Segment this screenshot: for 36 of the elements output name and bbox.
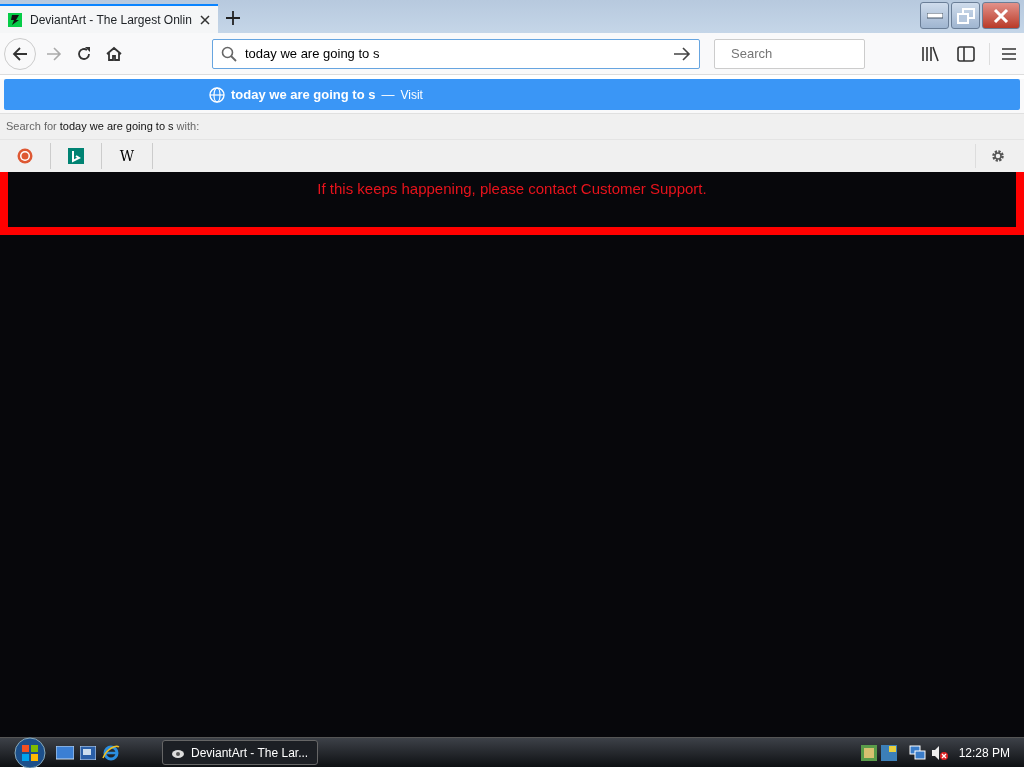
globe-icon	[209, 86, 225, 103]
reload-icon	[76, 45, 92, 62]
search-field[interactable]: Search	[714, 38, 865, 69]
visit-label: Visit	[400, 86, 423, 104]
close-button[interactable]	[982, 2, 1020, 29]
separator-dash: —	[381, 85, 395, 104]
clock: 12:28 PM	[958, 744, 1010, 762]
address-input[interactable]: today we are going to s	[245, 43, 665, 64]
window-button-label: DeviantArt - The Lar...	[191, 744, 309, 762]
minimize-button[interactable]	[920, 2, 949, 29]
back-arrow-icon	[12, 46, 28, 61]
network-icon[interactable]	[908, 744, 927, 761]
search-engine-button[interactable]: W	[102, 143, 153, 169]
browser-tab[interactable]: DeviantArt - The Largest Onlin	[0, 4, 218, 33]
desktop-icon[interactable]	[56, 745, 74, 760]
error-message: If this keeps happening, please contact Customer Support.	[317, 179, 707, 199]
search-icon	[221, 45, 237, 62]
bing-logo-icon	[68, 148, 84, 164]
window-switch-icon[interactable]	[80, 745, 96, 760]
address-bar[interactable]: today we are going to s	[212, 38, 700, 69]
close-icon	[993, 8, 1009, 23]
go-arrow-icon[interactable]	[673, 46, 691, 61]
tab-title: DeviantArt - The Largest Onlin	[30, 11, 192, 29]
restore-icon	[956, 7, 975, 24]
tab-favicon-icon	[8, 12, 22, 27]
minimize-icon	[926, 12, 943, 19]
search-with-label: Search for today we are going to s with:	[6, 119, 200, 135]
tray-app-icon[interactable]	[880, 744, 897, 761]
duck-logo-icon	[17, 148, 33, 164]
close-tab-icon[interactable]	[200, 14, 210, 25]
tray-app-icon[interactable]	[860, 744, 877, 761]
muted-speaker-icon[interactable]	[930, 744, 949, 761]
restore-button[interactable]	[951, 2, 980, 29]
suggestion-text: today we are going to s	[231, 85, 376, 104]
taskbar-window-button[interactable]: DeviantArt - The Lar...	[162, 740, 318, 765]
browser-e-icon[interactable]	[102, 743, 120, 762]
